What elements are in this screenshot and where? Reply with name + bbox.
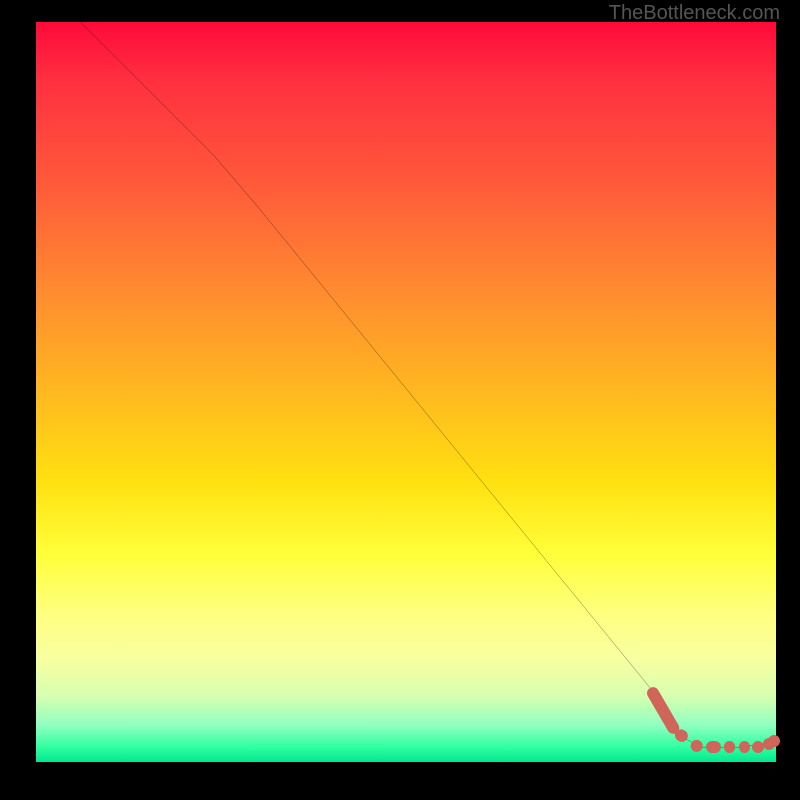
attribution-text: TheBottleneck.com	[609, 2, 780, 25]
data-marker-cluster	[706, 741, 721, 753]
data-marker	[752, 741, 764, 753]
data-marker	[768, 735, 780, 747]
chart-plot-area	[36, 22, 778, 764]
data-marker-cluster	[724, 741, 735, 753]
chart-curve-line	[36, 22, 776, 762]
data-marker-cluster	[739, 741, 750, 753]
